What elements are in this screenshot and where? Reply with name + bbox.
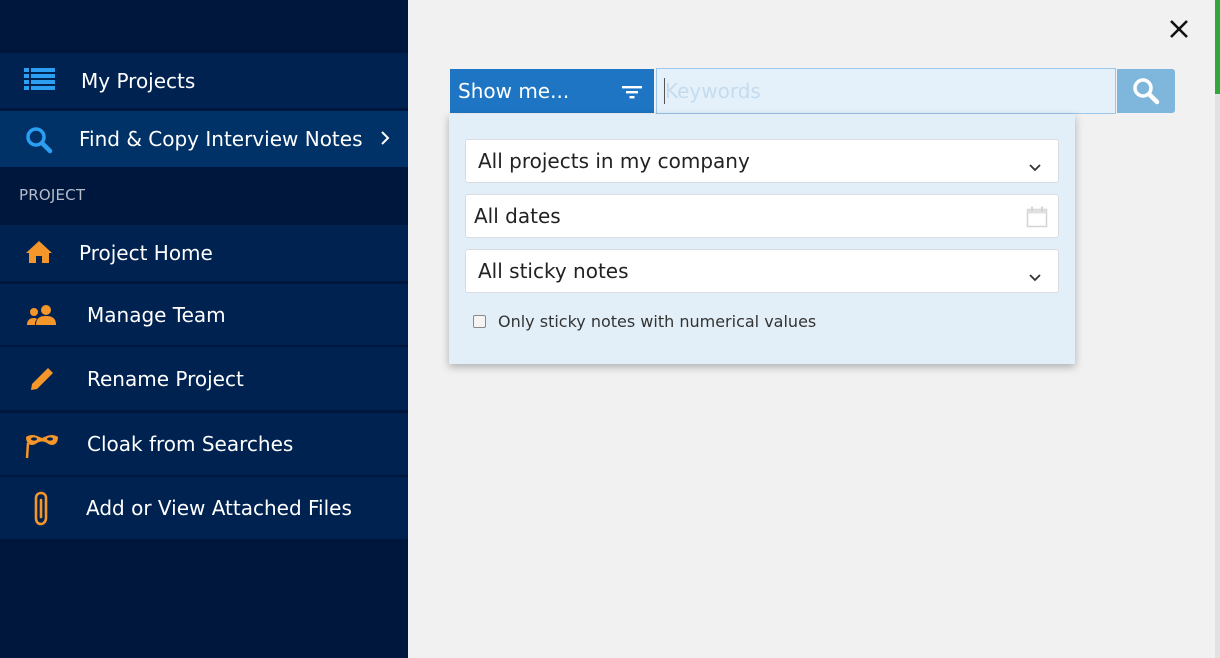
projects-select-value: All projects in my company [478,149,750,173]
numeric-only-checkbox[interactable] [473,315,486,328]
filter-icon [622,82,642,106]
paperclip-icon [33,491,51,527]
sidebar: My Projects Find & Copy Interview Notes … [0,0,408,658]
sidebar-item-my-projects[interactable]: My Projects [0,53,408,108]
sidebar-item-label: Manage Team [87,302,226,327]
pencil-icon [29,366,55,392]
numeric-only-option: Only sticky notes with numerical values [473,312,816,331]
home-icon [25,240,53,264]
sticky-notes-select[interactable]: All sticky notes [465,249,1059,293]
show-me-label: Show me... [458,79,570,103]
search-button[interactable] [1117,69,1175,113]
mask-icon [24,430,60,460]
dates-field[interactable]: All dates [465,194,1059,238]
sidebar-item-label: Find & Copy Interview Notes [79,127,363,151]
sidebar-item-label: Rename Project [87,366,244,391]
filter-dropdown-panel: All projects in my company All dates All… [449,114,1075,364]
calendar-icon[interactable] [1026,206,1048,233]
scrollbar-track[interactable] [1215,94,1220,658]
chevron-down-icon [1028,154,1042,178]
dates-field-value: All dates [474,204,561,228]
close-icon [1170,20,1188,38]
search-icon [25,126,53,154]
keywords-input[interactable] [656,68,1116,114]
sidebar-item-project-home[interactable]: Project Home [0,225,408,281]
search-icon [1133,78,1160,105]
sidebar-item-rename-project[interactable]: Rename Project [0,347,408,410]
sidebar-item-find-copy-notes[interactable]: Find & Copy Interview Notes [0,111,408,167]
edge-indicator [1215,0,1220,94]
sidebar-item-label: Add or View Attached Files [86,496,352,520]
sidebar-item-label: My Projects [81,68,196,93]
show-me-filter-button[interactable]: Show me... [450,69,654,113]
sidebar-item-label: Project Home [79,241,213,265]
sidebar-item-manage-team[interactable]: Manage Team [0,284,408,345]
sticky-notes-select-value: All sticky notes [478,259,629,283]
numeric-only-label[interactable]: Only sticky notes with numerical values [498,312,816,331]
projects-select[interactable]: All projects in my company [465,139,1059,183]
text-caret [664,78,665,104]
chevron-right-icon [380,127,390,151]
list-icon [24,67,55,91]
sidebar-item-label: Cloak from Searches [87,432,294,456]
close-button[interactable] [1165,15,1193,43]
sidebar-item-attached-files[interactable]: Add or View Attached Files [0,477,408,539]
sidebar-item-cloak-from-searches[interactable]: Cloak from Searches [0,413,408,475]
team-icon [27,304,57,326]
section-label-project: PROJECT [19,186,86,204]
chevron-down-icon [1028,264,1042,288]
